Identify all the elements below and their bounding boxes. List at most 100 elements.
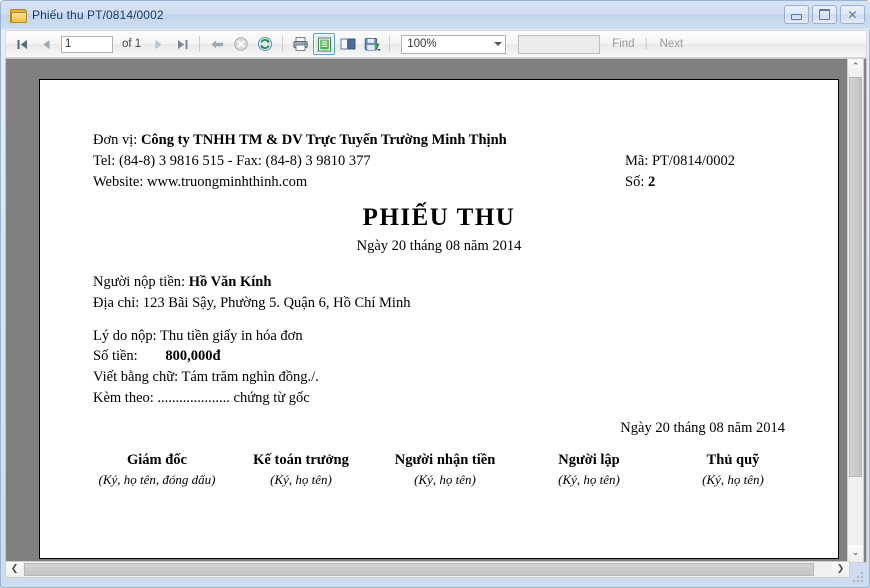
horizontal-scroll-thumb[interactable] (24, 563, 814, 576)
minimize-icon (791, 13, 802, 20)
toolbar-separator (199, 36, 201, 52)
amount-in-words: Viết bằng chữ: Tám trăm nghìn đồng./. (93, 369, 319, 385)
receipt-code-line: Mã: PT/0814/0002 (625, 153, 735, 170)
scroll-left-button[interactable]: ❮ (6, 562, 23, 577)
signature-title: Người lập (558, 452, 620, 468)
document-date: Ngày 20 tháng 08 năm 2014 (356, 238, 522, 254)
payer-line: Người nộp tiền: Hồ Văn Kính (93, 274, 271, 291)
resize-grip[interactable] (853, 572, 865, 584)
previous-page-icon (43, 39, 49, 49)
company-contact: Tel: (84-8) 3 9816 515 - Fax: (84-8) 3 9… (93, 153, 371, 169)
back-button[interactable] (206, 33, 228, 55)
page-setup-icon (340, 38, 356, 50)
report-page: Đơn vị: Công ty TNHH TM & DV Trực Tuyến … (39, 79, 839, 559)
close-icon: ✕ (847, 7, 858, 22)
first-page-icon (17, 39, 27, 49)
chevron-up-icon: ⌃ (851, 62, 860, 72)
print-layout-icon (317, 37, 331, 51)
payment-reason: Lý do nộp: Thu tiền giấy in hóa đơn (93, 328, 303, 344)
document-title: PHIẾU THU (362, 204, 516, 231)
scroll-up-button[interactable]: ⌃ (848, 59, 863, 76)
amount-label: Số tiền: (93, 348, 138, 364)
signature-column: Người lập (Ký, họ tên) (517, 450, 661, 490)
print-button[interactable] (289, 33, 311, 55)
next-page-button[interactable] (147, 33, 169, 55)
signature-row: Giám đốc (Ký, họ tên, đóng dấu) Kế toán … (85, 450, 805, 490)
window-controls: ✕ (784, 5, 865, 24)
vertical-scroll-thumb[interactable] (849, 77, 862, 477)
report-toolbar: of 1 (5, 30, 867, 58)
next-page-icon (155, 39, 162, 49)
receipt-number-value: 2 (647, 174, 656, 190)
attachment-line: Kèm theo: .................... chứng từ … (93, 390, 310, 406)
title-bar: Phiếu thu PT/0814/0002 ✕ (1, 1, 870, 29)
report-viewer-window: Phiếu thu PT/0814/0002 ✕ 1 of 1 100% Fin… (0, 0, 870, 588)
signature-title: Thủ quỹ (706, 452, 760, 468)
close-button[interactable]: ✕ (840, 5, 865, 24)
signature-column: Kế toán trưởng (Ký, họ tên) (229, 450, 373, 490)
signature-date: Ngày 20 tháng 08 năm 2014 (620, 420, 785, 436)
folder-icon (10, 8, 27, 23)
payer-label: Người nộp tiền: (93, 274, 186, 290)
first-page-button[interactable] (11, 33, 33, 55)
signature-title: Người nhận tiền (394, 452, 496, 468)
amount-value: 800,000đ (165, 348, 221, 364)
company-website: Website: www.truongminhthinh.com (93, 174, 308, 190)
export-save-icon (364, 37, 381, 51)
search-input[interactable] (518, 34, 601, 54)
find-link[interactable]: Find (612, 38, 634, 50)
report-viewer-area: Đơn vị: Công ty TNHH TM & DV Trực Tuyến … (5, 58, 867, 563)
last-page-button[interactable] (171, 33, 193, 55)
chevron-left-icon: ❮ (10, 564, 19, 574)
last-page-icon (177, 39, 188, 49)
receipt-code-value: PT/0814/0002 (651, 153, 735, 169)
signature-subtitle: (Ký, họ tên, đóng dấu) (98, 472, 216, 488)
signature-column: Thủ quỹ (Ký, họ tên) (661, 450, 805, 490)
signature-subtitle: (Ký, họ tên) (270, 472, 332, 488)
zoom-select[interactable]: 100% (401, 34, 507, 54)
scroll-right-button[interactable]: ❯ (832, 562, 849, 577)
horizontal-scrollbar[interactable]: ❮ ❯ (5, 561, 850, 578)
signature-subtitle: (Ký, họ tên) (414, 472, 476, 488)
next-link[interactable]: Next (660, 38, 684, 50)
page-number-input[interactable] (61, 35, 113, 53)
scroll-down-button[interactable]: ⌄ (848, 545, 863, 562)
maximize-button[interactable] (812, 5, 837, 24)
company-line: Đơn vị: Công ty TNHH TM & DV Trực Tuyến … (93, 132, 507, 149)
signature-column: Người nhận tiền (Ký, họ tên) (373, 450, 517, 490)
page-setup-button[interactable] (337, 33, 359, 55)
signature-subtitle: (Ký, họ tên) (558, 472, 620, 488)
toolbar-separator (282, 36, 284, 52)
company-name: Công ty TNHH TM & DV Trực Tuyến Trường M… (140, 132, 507, 148)
payer-address: Địa chỉ: 123 Bãi Sậy, Phường 5. Quận 6, … (93, 295, 411, 311)
chevron-down-icon: ⌄ (851, 548, 860, 558)
previous-page-button[interactable] (35, 33, 57, 55)
receipt-number-line: Số: 2 (625, 174, 655, 191)
receipt-document: Đơn vị: Công ty TNHH TM & DV Trực Tuyến … (40, 80, 838, 558)
payer-name: Hồ Văn Kính (188, 274, 272, 290)
link-separator: | (644, 38, 648, 50)
toolbar-separator (389, 36, 391, 52)
stop-icon (234, 37, 249, 51)
signature-title: Kế toán trưởng (253, 452, 349, 468)
maximize-icon (819, 9, 830, 20)
zoom-value: 100% (407, 38, 437, 50)
minimize-button[interactable] (784, 5, 809, 24)
receipt-number-label: Số: (625, 174, 645, 190)
signature-column: Giám đốc (Ký, họ tên, đóng dấu) (85, 450, 229, 490)
window-title: Phiếu thu PT/0814/0002 (32, 8, 164, 22)
refresh-icon (258, 36, 273, 52)
stop-button[interactable] (230, 33, 252, 55)
back-arrow-icon (211, 40, 223, 48)
signature-title: Giám đốc (126, 452, 187, 468)
export-button[interactable] (361, 33, 383, 55)
vertical-scrollbar[interactable]: ⌃ ⌄ (847, 58, 864, 563)
refresh-button[interactable] (254, 33, 276, 55)
chevron-right-icon: ❯ (836, 564, 845, 574)
amount-line: Số tiền: 800,000đ (93, 348, 221, 365)
receipt-code-label: Mã: (625, 153, 649, 169)
print-layout-button[interactable] (313, 33, 336, 55)
signature-subtitle: (Ký, họ tên) (702, 472, 764, 488)
chevron-down-icon (494, 42, 503, 46)
page-count-label: of 1 (122, 38, 142, 50)
